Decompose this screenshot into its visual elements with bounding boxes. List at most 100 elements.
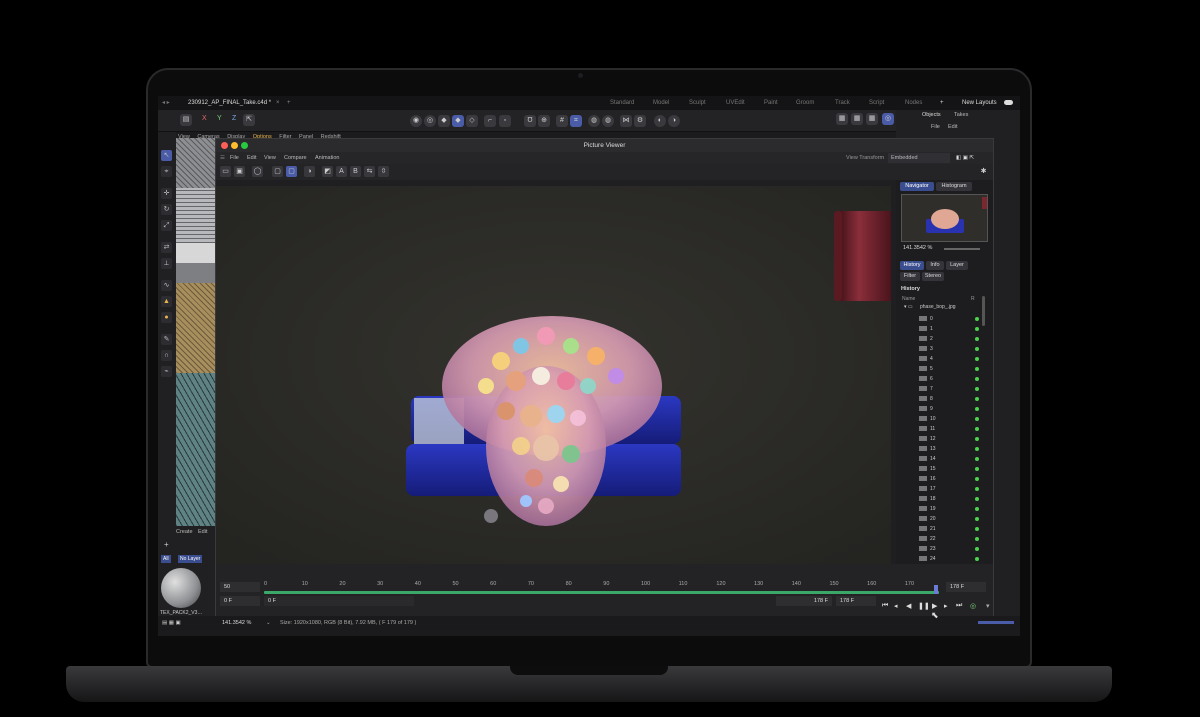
transform-tool-icon[interactable]: ⇄	[161, 242, 172, 253]
tab-layer[interactable]: Layer	[946, 261, 968, 270]
region-icon[interactable]: ▢	[286, 166, 297, 177]
history-row[interactable]: 8	[902, 394, 988, 404]
history-row[interactable]: 24	[902, 554, 988, 564]
objects-menu-file[interactable]: File	[931, 124, 940, 130]
snap-icon[interactable]: #	[556, 115, 568, 127]
prev-key-icon[interactable]: ◂	[894, 602, 898, 610]
history-row[interactable]: 0	[902, 314, 988, 324]
render-settings-icon[interactable]: ▦	[866, 113, 878, 125]
settings-icon[interactable]: ⚙	[634, 115, 646, 127]
next-key-icon[interactable]: ▸	[944, 602, 948, 610]
minimize-window-button[interactable]	[231, 142, 238, 149]
split-icon[interactable]: ⇳	[378, 166, 389, 177]
render-active-icon[interactable]: ◎	[424, 115, 436, 127]
goto-end-icon[interactable]: ⏭	[956, 602, 962, 610]
pv-menu-compare[interactable]: Compare	[284, 152, 307, 164]
pv-menu-view[interactable]: View	[264, 152, 276, 164]
new-layouts-button[interactable]: New Layouts	[962, 96, 997, 110]
object-mode-icon[interactable]: ◆	[452, 115, 464, 127]
scale-tool-icon[interactable]: ⤢	[161, 220, 172, 231]
spline-icon[interactable]: ⌐	[484, 115, 496, 127]
more-icon[interactable]: ▾	[986, 602, 990, 610]
compare-a-button[interactable]: A	[336, 166, 347, 177]
frame-field-start[interactable]: 0 F	[220, 596, 260, 606]
tab-objects[interactable]: Objects	[922, 112, 941, 118]
history-row[interactable]: 6	[902, 374, 988, 384]
history-row[interactable]: 7	[902, 384, 988, 394]
layout-uvedit[interactable]: UVEdit	[726, 96, 745, 110]
history-row[interactable]: 5	[902, 364, 988, 374]
light-icon[interactable]: ◍	[602, 115, 614, 127]
document-tab[interactable]: 230912_AP_FINAL_Take.c4d *	[188, 96, 271, 110]
loop-icon[interactable]: ◎	[970, 602, 976, 610]
history-scrollbar[interactable]	[982, 296, 985, 326]
zoom-slider[interactable]	[944, 248, 980, 250]
axis-z-toggle[interactable]: Z	[232, 115, 236, 122]
primitive-icon[interactable]: ◇	[466, 115, 478, 127]
material-menu-create[interactable]: Create	[176, 529, 193, 535]
filter-no-layer[interactable]: No Layer	[178, 555, 203, 563]
layout-icons[interactable]: ▤ ▦ ▣	[162, 616, 181, 630]
brush-tool-icon[interactable]: ∿	[161, 280, 172, 291]
objects-menu-edit[interactable]: Edit	[948, 124, 957, 130]
navigator-zoom-value[interactable]: 141.3542 %	[903, 245, 932, 251]
material-preview-sphere[interactable]	[161, 568, 201, 608]
history-row[interactable]: 10	[902, 414, 988, 424]
frame-field-preview-end[interactable]: 178 F	[836, 596, 876, 606]
navigator-thumbnail[interactable]	[901, 194, 988, 242]
history-row[interactable]: 2	[902, 334, 988, 344]
tab-filter[interactable]: Filter	[900, 272, 920, 281]
add-layout-icon[interactable]: +	[940, 96, 944, 110]
tab-history[interactable]: History	[900, 261, 924, 270]
tab-takes[interactable]: Takes	[954, 112, 968, 118]
frame-field-current[interactable]: 0 F	[264, 596, 414, 606]
history-row[interactable]: 1	[902, 324, 988, 334]
compare-icon[interactable]: ◩	[322, 166, 333, 177]
tab-histogram[interactable]: Histogram	[936, 182, 972, 191]
pause-icon[interactable]: ❚❚	[918, 602, 930, 610]
pv-menu-edit[interactable]: Edit	[247, 152, 256, 164]
layout-nodes[interactable]: Nodes	[905, 96, 922, 110]
field-icon[interactable]: ⊕	[538, 115, 550, 127]
history-row[interactable]: 20	[902, 514, 988, 524]
zoom-window-button[interactable]	[241, 142, 248, 149]
layout-model[interactable]: Model	[653, 96, 669, 110]
open-icon[interactable]: ▭	[220, 166, 231, 177]
tab-info[interactable]: Info	[926, 261, 944, 270]
history-row[interactable]: 15	[902, 464, 988, 474]
deformer-icon[interactable]: Ʊ	[524, 115, 536, 127]
interactive-render-icon[interactable]: ◎	[882, 113, 894, 125]
layout-sculpt[interactable]: Sculpt	[689, 96, 706, 110]
live-select-icon[interactable]: ⌖	[161, 166, 172, 177]
tab-navigator[interactable]: Navigator	[900, 182, 934, 191]
history-folder[interactable]: phase_bop_.jpg	[920, 304, 956, 310]
axis-x-toggle[interactable]: X	[202, 115, 207, 122]
asset-browser-icon[interactable]: ◑	[668, 115, 680, 127]
history-row[interactable]: 4	[902, 354, 988, 364]
history-row[interactable]: 21	[902, 524, 988, 534]
tab-stereo[interactable]: Stereo	[922, 272, 944, 281]
play-icon[interactable]: ▶	[932, 602, 937, 610]
timeline-track[interactable]	[264, 591, 939, 594]
paint-tool-icon[interactable]: ●	[161, 312, 172, 323]
axis-tool-icon[interactable]: ⟂	[161, 258, 172, 269]
history-row[interactable]: 9	[902, 404, 988, 414]
close-window-button[interactable]	[221, 142, 228, 149]
ai-icon[interactable]: ✱	[978, 166, 989, 177]
view-transform-select[interactable]: Embedded	[888, 153, 950, 163]
generator-icon[interactable]: ▫	[499, 115, 511, 127]
axis-y-toggle[interactable]: Y	[217, 115, 222, 122]
coordinate-system-icon[interactable]: ⇱	[243, 114, 255, 126]
mograph-icon[interactable]: ⋈	[620, 115, 632, 127]
frame-field-max[interactable]: 178 F	[776, 596, 832, 606]
history-row[interactable]: 16	[902, 474, 988, 484]
add-tab-icon[interactable]: +	[287, 96, 291, 110]
material-menu-edit[interactable]: Edit	[198, 529, 207, 535]
frame-field-top[interactable]: 50	[220, 582, 260, 592]
render-view-icon[interactable]: ▦	[836, 113, 848, 125]
undo-icon[interactable]: ▤	[180, 114, 192, 126]
frame-field-end[interactable]: 178 F	[946, 582, 986, 592]
redshift-icon[interactable]: ◐	[654, 115, 666, 127]
nav-arrows-icon[interactable]: ◂ ▸	[162, 96, 170, 110]
render-canvas[interactable]	[216, 186, 891, 564]
